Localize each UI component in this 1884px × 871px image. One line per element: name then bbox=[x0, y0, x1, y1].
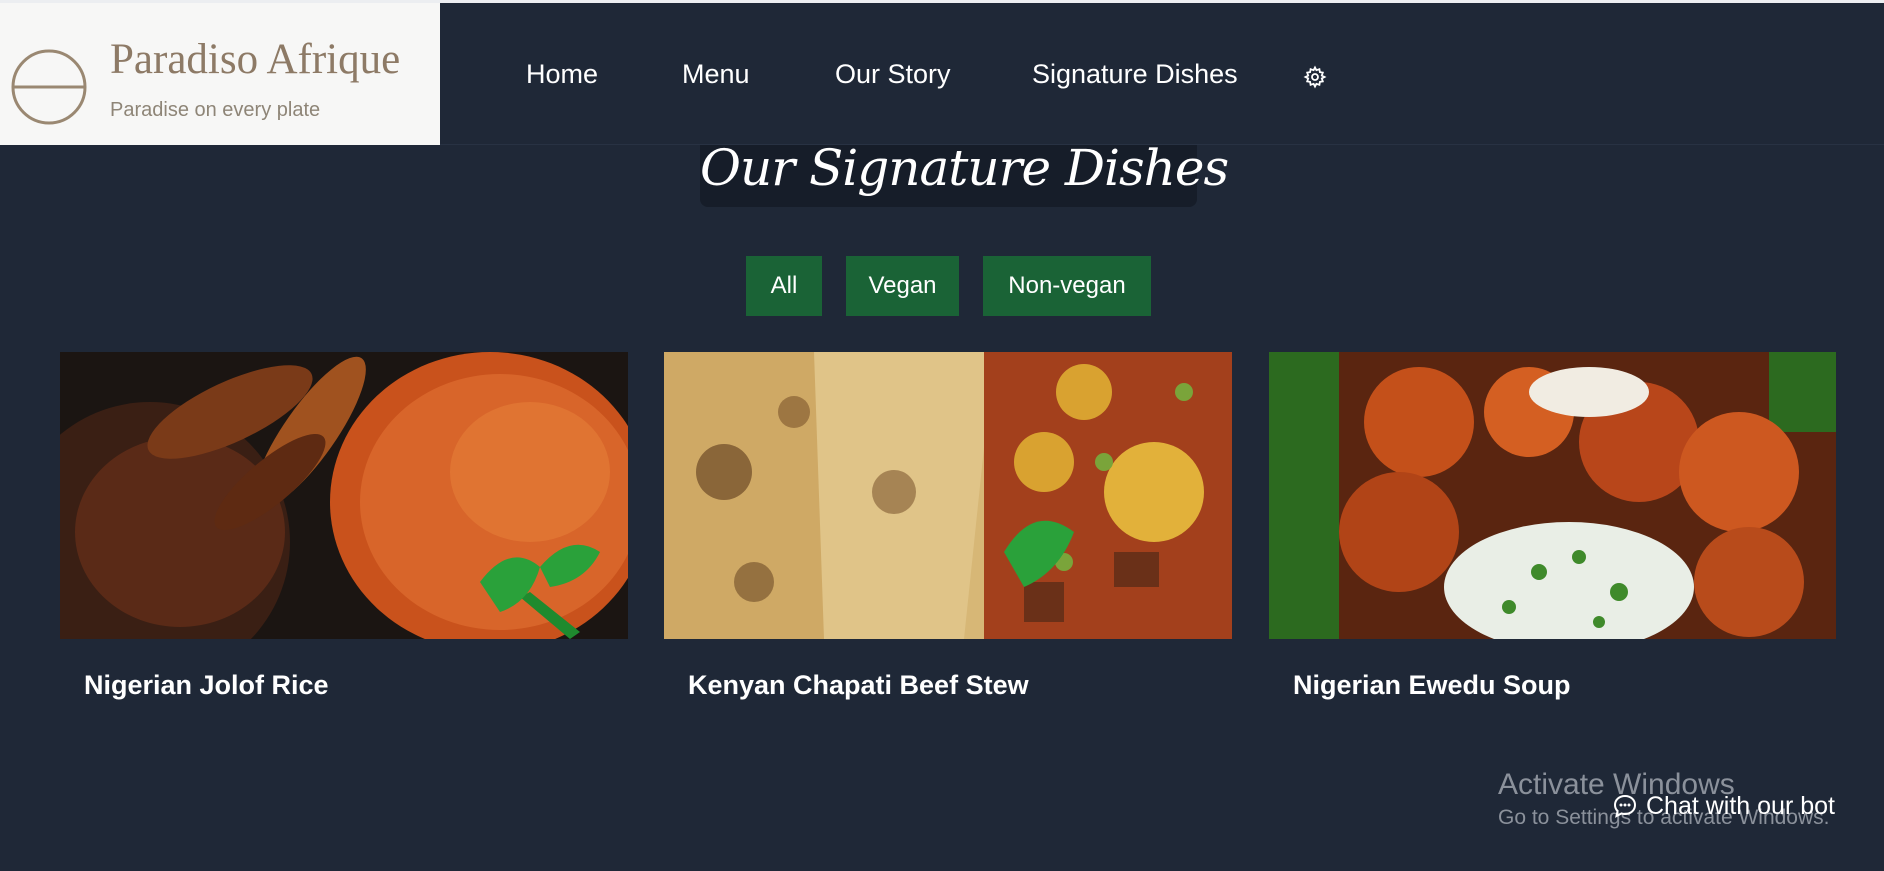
filter-vegan-button[interactable]: Vegan bbox=[846, 256, 959, 316]
nav-our-story[interactable]: Our Story bbox=[835, 59, 951, 90]
brand-name: Paradiso Afrique bbox=[110, 36, 401, 83]
dish-card[interactable]: Kenyan Chapati Beef Stew bbox=[664, 352, 1232, 722]
site-header: Paradiso Afrique Paradise on every plate… bbox=[0, 3, 1884, 145]
brand-logo[interactable]: Paradiso Afrique Paradise on every plate bbox=[0, 3, 440, 145]
nav-menu[interactable]: Menu bbox=[682, 59, 750, 90]
logo-circle-icon bbox=[11, 49, 87, 125]
filter-non-vegan-button[interactable]: Non-vegan bbox=[983, 256, 1151, 316]
dish-title: Kenyan Chapati Beef Stew bbox=[688, 670, 1029, 700]
chat-label: Chat with our bot bbox=[1646, 791, 1835, 820]
chat-bubble-icon bbox=[1613, 794, 1637, 818]
nav-home[interactable]: Home bbox=[526, 59, 598, 90]
dish-image bbox=[60, 352, 628, 639]
chat-with-bot-button[interactable]: Chat with our bot bbox=[1612, 788, 1835, 824]
brand-tagline: Paradise on every plate bbox=[110, 99, 321, 121]
dish-title: Nigerian Jolof Rice bbox=[84, 670, 329, 700]
dish-card[interactable]: Nigerian Jolof Rice bbox=[60, 352, 628, 722]
gear-icon[interactable] bbox=[1303, 65, 1327, 89]
section-title-box: Our Signature Dishes bbox=[700, 139, 1229, 207]
filter-all-button[interactable]: All bbox=[746, 256, 822, 316]
section-title: Our Signature Dishes bbox=[700, 139, 1229, 197]
dish-title: Nigerian Ewedu Soup bbox=[1293, 670, 1571, 700]
dish-card[interactable]: Nigerian Ewedu Soup bbox=[1269, 352, 1836, 722]
nav-signature-dishes[interactable]: Signature Dishes bbox=[1032, 59, 1238, 90]
dish-image bbox=[664, 352, 1232, 639]
dish-image bbox=[1269, 352, 1836, 639]
